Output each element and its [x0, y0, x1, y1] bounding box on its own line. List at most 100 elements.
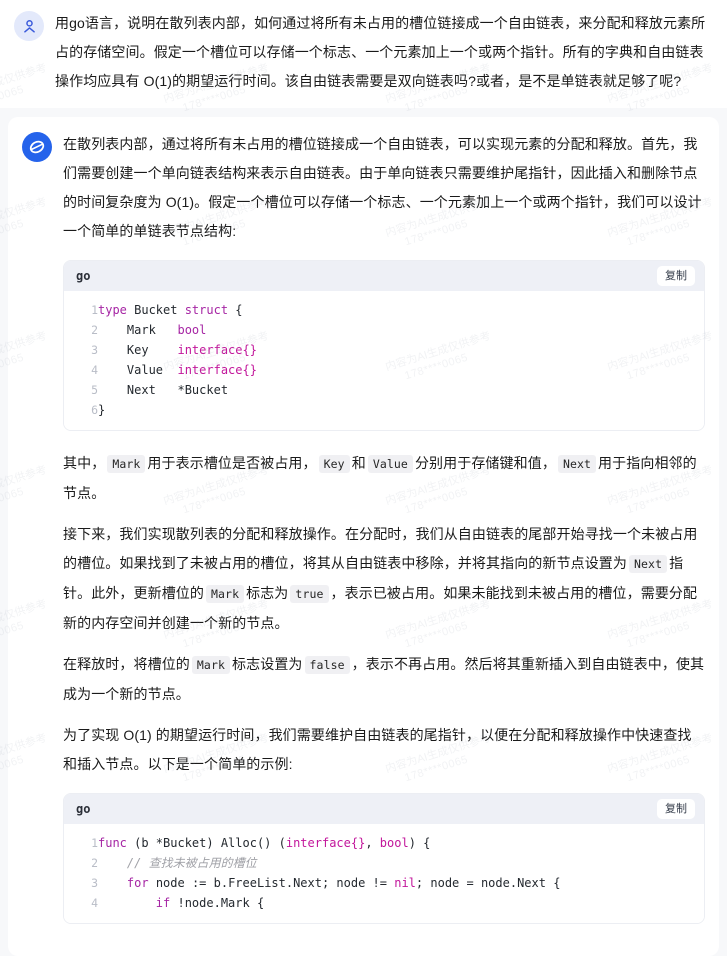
code-line-content: Value interface{}: [98, 360, 704, 380]
code-token: interface{}: [177, 343, 256, 357]
assistant-paragraph-4: 在释放时，将槽位的Mark标志设置为false，表示不再占用。然后将其重新插入到…: [63, 650, 705, 709]
code-token: struct: [185, 303, 228, 317]
code-block-2-body[interactable]: 1func (b *Bucket) Alloc() (interface{}, …: [64, 824, 704, 923]
code-token: bool: [177, 323, 206, 337]
para2-text-a: 其中，: [63, 455, 105, 471]
inline-code-next-1: Next: [558, 455, 596, 473]
para2-text-d: 分别用于存储键和值，: [415, 455, 556, 471]
copy-code-button-1[interactable]: 复制: [657, 266, 695, 286]
inline-code-key: Key: [319, 455, 350, 473]
para4-text-b: 标志设置为: [232, 656, 303, 672]
code-token: interface{}: [286, 836, 365, 850]
inline-code-mark-2: Mark: [206, 585, 244, 603]
code-line-number: 4: [64, 360, 98, 380]
code-block-2: go 复制 1func (b *Bucket) Alloc() (interfa…: [63, 793, 705, 924]
code-token: !node.Mark {: [170, 896, 264, 910]
assistant-paragraph-3: 接下来，我们实现散列表的分配和释放操作。在分配时，我们从自由链表的尾部开始寻找一…: [63, 520, 705, 638]
code-line-content: // 查找未被占用的槽位: [98, 853, 704, 873]
code-block-2-table: 1func (b *Bucket) Alloc() (interface{}, …: [64, 833, 704, 913]
code-token: node := b.FreeList.Next; node !=: [149, 876, 395, 890]
code-block-1-lines: 1type Bucket struct {2 Mark bool3 Key in…: [64, 300, 704, 420]
code-block-1-body[interactable]: 1type Bucket struct {2 Mark bool3 Key in…: [64, 291, 704, 430]
assistant-message: 在散列表内部，通过将所有未占用的槽位链接成一个自由链表，可以实现元素的分配和释放…: [8, 117, 719, 956]
code-block-2-lines: 1func (b *Bucket) Alloc() (interface{}, …: [64, 833, 704, 913]
code-line-number: 1: [64, 833, 98, 853]
code-line-content: Key interface{}: [98, 340, 704, 360]
user-message: 用go语言，说明在散列表内部，如何通过将所有未占用的槽位链接成一个自由链表，来分…: [0, 0, 727, 108]
code-line-number: 5: [64, 380, 98, 400]
code-line: 3 for node := b.FreeList.Next; node != n…: [64, 873, 704, 893]
chat-scroll-area[interactable]: 用go语言，说明在散列表内部，如何通过将所有未占用的槽位链接成一个自由链表，来分…: [0, 0, 727, 815]
code-token: func: [98, 836, 127, 850]
code-token: [98, 896, 156, 910]
code-line: 4 if !node.Mark {: [64, 893, 704, 913]
code-block-1-table: 1type Bucket struct {2 Mark bool3 Key in…: [64, 300, 704, 420]
code-token: [98, 876, 127, 890]
code-line: 1type Bucket struct {: [64, 300, 704, 320]
code-token: (b *Bucket) Alloc() (: [127, 836, 286, 850]
assistant-paragraph-5: 为了实现 O(1) 的期望运行时间，我们需要维护自由链表的尾指针，以便在分配和释…: [63, 721, 705, 779]
code-line: 3 Key interface{}: [64, 340, 704, 360]
code-token: type: [98, 303, 134, 317]
code-token: bool: [380, 836, 409, 850]
code-line-number: 6: [64, 400, 98, 420]
code-line-number: 1: [64, 300, 98, 320]
user-message-text: 用go语言，说明在散列表内部，如何通过将所有未占用的槽位链接成一个自由链表，来分…: [55, 9, 713, 96]
assistant-logo-icon: [26, 136, 48, 158]
para2-text-c: 和: [352, 455, 366, 471]
code-line-content: Mark bool: [98, 320, 704, 340]
code-token: Mark: [98, 323, 177, 337]
code-token: {: [228, 303, 242, 317]
code-line-content: func (b *Bucket) Alloc() (interface{}, b…: [98, 833, 704, 853]
code-token: if: [156, 896, 170, 910]
code-line-number: 3: [64, 873, 98, 893]
inline-code-next-2: Next: [629, 555, 667, 573]
copy-code-button-2[interactable]: 复制: [657, 799, 695, 819]
user-message-body: 用go语言，说明在散列表内部，如何通过将所有未占用的槽位链接成一个自由链表，来分…: [55, 9, 713, 96]
assistant-paragraph-2: 其中，Mark用于表示槽位是否被占用，Key和Value分别用于存储键和值，Ne…: [63, 449, 705, 508]
code-block-2-header: go 复制: [64, 794, 704, 824]
code-token: ; node = node.Next {: [416, 876, 561, 890]
avatar-user: [14, 11, 44, 41]
para3-text-c: 标志为: [246, 585, 288, 601]
code-line-number: 3: [64, 340, 98, 360]
code-token: Key: [98, 343, 177, 357]
code-line-number: 4: [64, 893, 98, 913]
para4-text-a: 在释放时，将槽位的: [63, 656, 190, 672]
code-token: ,: [365, 836, 379, 850]
code-token: // 查找未被占用的槽位: [98, 856, 257, 870]
code-line-content: type Bucket struct {: [98, 300, 704, 320]
code-line-content: for node := b.FreeList.Next; node != nil…: [98, 873, 704, 893]
inline-code-mark-3: Mark: [192, 656, 230, 674]
inline-code-false: false: [305, 656, 350, 674]
code-line-content: Next *Bucket: [98, 380, 704, 400]
code-token: for: [127, 876, 149, 890]
code-token: Bucket: [134, 303, 185, 317]
code-token: nil: [394, 876, 416, 890]
code-line-content: if !node.Mark {: [98, 893, 704, 913]
assistant-paragraph-1: 在散列表内部，通过将所有未占用的槽位链接成一个自由链表，可以实现元素的分配和释放…: [63, 130, 705, 246]
inline-code-mark-1: Mark: [107, 455, 145, 473]
code-line: 4 Value interface{}: [64, 360, 704, 380]
para3-text-a: 接下来，我们实现散列表的分配和释放操作。在分配时，我们从自由链表的尾部开始寻找一…: [63, 526, 698, 571]
code-block-1-language: go: [76, 269, 90, 283]
code-line: 6}: [64, 400, 704, 420]
code-token: Next *Bucket: [98, 383, 228, 397]
person-icon: [21, 18, 38, 35]
para2-text-b: 用于表示槽位是否被占用，: [147, 455, 316, 471]
code-line: 5 Next *Bucket: [64, 380, 704, 400]
code-token: ) {: [409, 836, 431, 850]
assistant-message-body: 在散列表内部，通过将所有未占用的槽位链接成一个自由链表，可以实现元素的分配和释放…: [63, 130, 705, 942]
code-token: interface{}: [177, 363, 256, 377]
code-block-2-language: go: [76, 802, 90, 816]
code-token: }: [98, 403, 105, 417]
code-line-content: }: [98, 400, 704, 420]
code-line: 2 Mark bool: [64, 320, 704, 340]
code-line: 1func (b *Bucket) Alloc() (interface{}, …: [64, 833, 704, 853]
code-block-1: go 复制 1type Bucket struct {2 Mark bool3 …: [63, 260, 705, 431]
avatar-assistant: [22, 132, 52, 162]
code-block-1-header: go 复制: [64, 261, 704, 291]
code-line-number: 2: [64, 320, 98, 340]
code-line-number: 2: [64, 853, 98, 873]
code-line: 2 // 查找未被占用的槽位: [64, 853, 704, 873]
